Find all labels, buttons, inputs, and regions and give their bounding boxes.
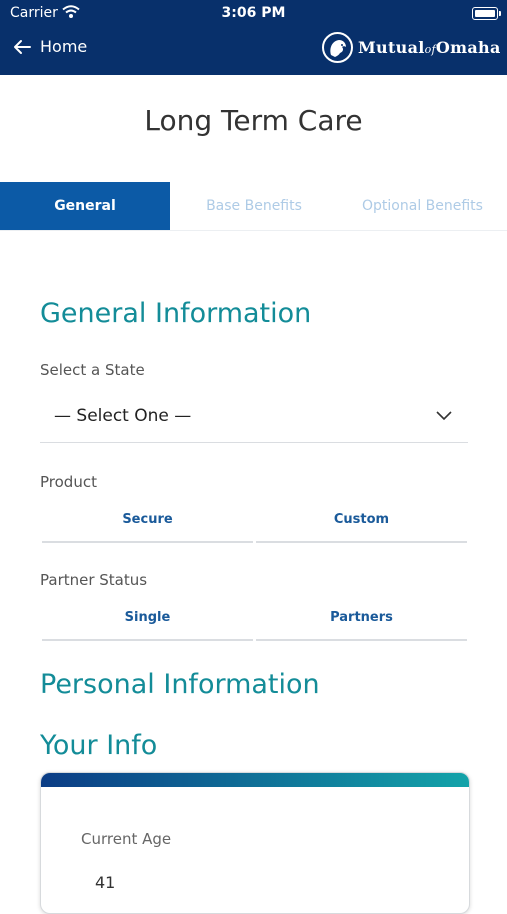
state-select-value: — Select One — — [54, 406, 192, 426]
tab-base-benefits[interactable]: Base Benefits — [170, 182, 338, 230]
clock: 3:06 PM — [221, 5, 286, 21]
product-label: Product — [40, 473, 97, 491]
card-accent-bar — [41, 773, 469, 787]
logo-wordmark: MutualofOmaha — [358, 38, 501, 57]
chevron-down-icon — [436, 411, 452, 421]
your-info-heading: Your Info — [40, 730, 158, 761]
back-arrow-icon — [14, 39, 31, 54]
general-information-heading: General Information — [40, 298, 312, 329]
current-age-label: Current Age — [81, 830, 172, 848]
page-title: Long Term Care — [144, 104, 363, 137]
partner-status-label: Partner Status — [40, 571, 148, 589]
tab-optional-benefits[interactable]: Optional Benefits — [338, 182, 507, 230]
partner-option-single[interactable]: Single — [42, 601, 253, 641]
your-info-card: Current Age 41 — [40, 772, 470, 914]
mutual-of-omaha-logo: MutualofOmaha — [322, 32, 501, 63]
tab-general[interactable]: General — [0, 182, 170, 230]
back-button[interactable]: Home — [12, 37, 87, 56]
state-label: Select a State — [40, 361, 145, 379]
tab-bar: General Base Benefits Optional Benefits — [0, 182, 507, 231]
battery-icon — [472, 7, 501, 20]
lion-logo-icon — [322, 32, 353, 63]
state-select[interactable]: — Select One — — [40, 394, 468, 443]
nav-header: Carrier 3:06 PM Home MutualofOmaha — [0, 0, 507, 75]
personal-information-heading: Personal Information — [40, 669, 320, 700]
product-option-custom[interactable]: Custom — [256, 503, 467, 543]
product-option-secure[interactable]: Secure — [42, 503, 253, 543]
current-age-field[interactable]: 41 — [95, 873, 115, 892]
back-label: Home — [40, 37, 88, 56]
partner-option-partners[interactable]: Partners — [256, 601, 467, 641]
